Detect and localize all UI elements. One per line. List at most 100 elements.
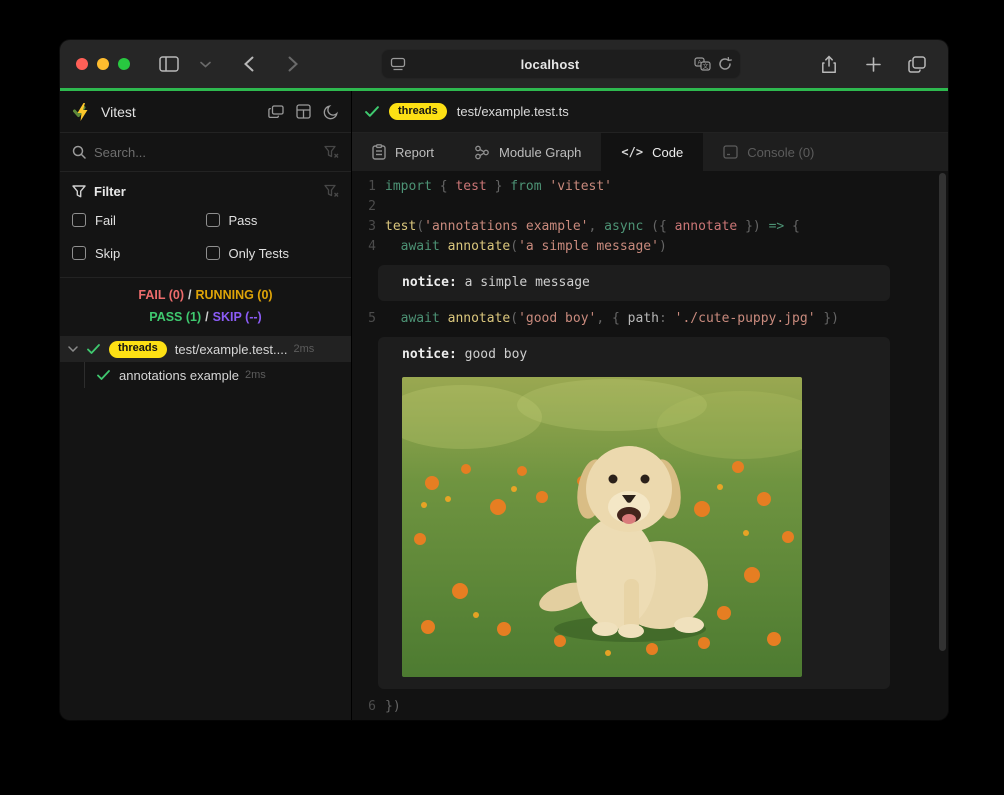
- filter-checkbox-pass[interactable]: Pass: [206, 208, 340, 232]
- file-header: threads test/example.test.ts: [352, 91, 948, 133]
- forward-button[interactable]: [278, 49, 308, 79]
- tab-console-label: Console (0): [747, 145, 814, 160]
- new-tab-icon[interactable]: [858, 49, 888, 79]
- reload-icon[interactable]: [718, 57, 732, 71]
- test-summary: FAIL (0)/RUNNING (0) PASS (1)/SKIP (--): [60, 278, 351, 332]
- test-file-row[interactable]: threads test/example.test.... 2ms: [60, 336, 351, 362]
- code-line: 5 await annotate('good boy', { path: './…: [352, 309, 948, 329]
- filter-icon: [72, 185, 86, 198]
- view-tabs: Report Module Graph </> Code: [352, 133, 948, 171]
- filter-section: Filter Fail Pass: [60, 172, 351, 278]
- url-text[interactable]: localhost: [406, 57, 694, 72]
- zoom-window-button[interactable]: [118, 58, 130, 70]
- site-settings-icon[interactable]: [390, 57, 406, 71]
- test-case-row[interactable]: annotations example 2ms: [85, 362, 351, 388]
- filter-label-fail: Fail: [95, 213, 116, 228]
- svg-text:A: A: [697, 60, 701, 66]
- module-graph-icon: [474, 145, 490, 160]
- annotation-notice-box: notice: good boy: [378, 337, 890, 689]
- browser-window: localhost 文 A: [60, 40, 948, 720]
- tab-report[interactable]: Report: [352, 133, 454, 171]
- line-number: 4: [352, 237, 376, 257]
- open-file-name[interactable]: test/example.test.ts: [457, 104, 569, 119]
- annotation-notice-box: notice: a simple message: [378, 265, 890, 301]
- test-case-duration: 2ms: [245, 369, 266, 381]
- svg-text:文: 文: [702, 62, 708, 70]
- test-tree: threads test/example.test.... 2ms annota…: [60, 336, 351, 720]
- sidebar-header: Vitest: [60, 91, 351, 133]
- search-input[interactable]: [94, 145, 316, 160]
- puppy-image: [402, 377, 802, 677]
- close-window-button[interactable]: [76, 58, 88, 70]
- line-number: 3: [352, 217, 376, 237]
- test-case-name: annotations example: [119, 368, 239, 383]
- filter-label-pass: Pass: [229, 213, 258, 228]
- fail-count: FAIL (0): [138, 288, 184, 302]
- tab-console[interactable]: Console (0): [703, 133, 834, 171]
- code-line: 2: [352, 197, 948, 217]
- check-icon: [97, 370, 110, 380]
- dashboard-icon[interactable]: [296, 104, 311, 119]
- code-line: 3test('annotations example', async ({ an…: [352, 217, 948, 237]
- check-icon: [87, 344, 100, 354]
- tab-code[interactable]: </> Code: [601, 133, 703, 171]
- sidebar-toggle-icon[interactable]: [154, 49, 184, 79]
- code-line: 6}): [352, 697, 948, 717]
- filter-label-skip: Skip: [95, 246, 120, 261]
- code-icon: </>: [621, 145, 643, 159]
- line-number: 1: [352, 177, 376, 197]
- back-button[interactable]: [234, 49, 264, 79]
- running-count: RUNNING (0): [196, 288, 273, 302]
- pass-count: PASS (1): [149, 310, 201, 324]
- line-number: 2: [352, 197, 376, 217]
- line-number: 5: [352, 309, 376, 329]
- vitest-logo-icon: [72, 102, 92, 122]
- clear-search-filter-icon[interactable]: [324, 145, 339, 159]
- test-file-duration: 2ms: [293, 343, 314, 355]
- notice-label: notice:: [402, 347, 457, 362]
- filter-checkbox-skip[interactable]: Skip: [72, 241, 206, 265]
- search-bar: [60, 133, 351, 172]
- notice-label: notice:: [402, 275, 457, 290]
- checkbox-icon[interactable]: [206, 246, 220, 260]
- traffic-lights: [76, 58, 130, 70]
- dark-mode-moon-icon[interactable]: [323, 104, 339, 120]
- tab-module-graph[interactable]: Module Graph: [454, 133, 601, 171]
- vertical-scrollbar[interactable]: [939, 173, 946, 651]
- tab-report-label: Report: [395, 145, 434, 160]
- code-editor[interactable]: 1import { test } from 'vitest'23test('an…: [352, 171, 948, 720]
- windows-stack-icon[interactable]: [268, 105, 284, 119]
- chevron-down-icon[interactable]: [68, 346, 78, 352]
- code-line: 1import { test } from 'vitest': [352, 177, 948, 197]
- browser-toolbar: localhost 文 A: [60, 40, 948, 88]
- main-panel: threads test/example.test.ts Report: [352, 91, 948, 720]
- tab-code-label: Code: [652, 145, 683, 160]
- clear-filter-icon[interactable]: [324, 184, 339, 198]
- sidebar: Vitest: [60, 91, 352, 720]
- checkbox-icon[interactable]: [72, 246, 86, 260]
- share-icon[interactable]: [814, 49, 844, 79]
- minimize-window-button[interactable]: [97, 58, 109, 70]
- tab-module-graph-label: Module Graph: [499, 145, 581, 160]
- code-line: 4 await annotate('a simple message'): [352, 237, 948, 257]
- checkbox-icon[interactable]: [206, 213, 220, 227]
- pool-badge: threads: [109, 341, 167, 358]
- search-icon: [72, 145, 86, 159]
- code-lines: 1import { test } from 'vitest'23test('an…: [352, 177, 948, 717]
- chevron-down-icon[interactable]: [190, 49, 220, 79]
- notice-message: good boy: [457, 347, 527, 362]
- translate-icon[interactable]: 文 A: [694, 57, 711, 71]
- checkbox-icon[interactable]: [72, 213, 86, 227]
- filter-checkbox-fail[interactable]: Fail: [72, 208, 206, 232]
- report-icon: [372, 144, 386, 160]
- filter-label-only-tests: Only Tests: [229, 246, 289, 261]
- pool-badge: threads: [389, 103, 447, 120]
- line-number: 6: [352, 697, 376, 717]
- tab-overview-icon[interactable]: [902, 49, 932, 79]
- filter-checkbox-only-tests[interactable]: Only Tests: [206, 241, 340, 265]
- address-bar[interactable]: localhost 文 A: [381, 49, 741, 79]
- app-title: Vitest: [101, 104, 136, 120]
- filter-title: Filter: [94, 184, 126, 199]
- skip-count: SKIP (--): [213, 310, 262, 324]
- check-icon: [365, 106, 379, 117]
